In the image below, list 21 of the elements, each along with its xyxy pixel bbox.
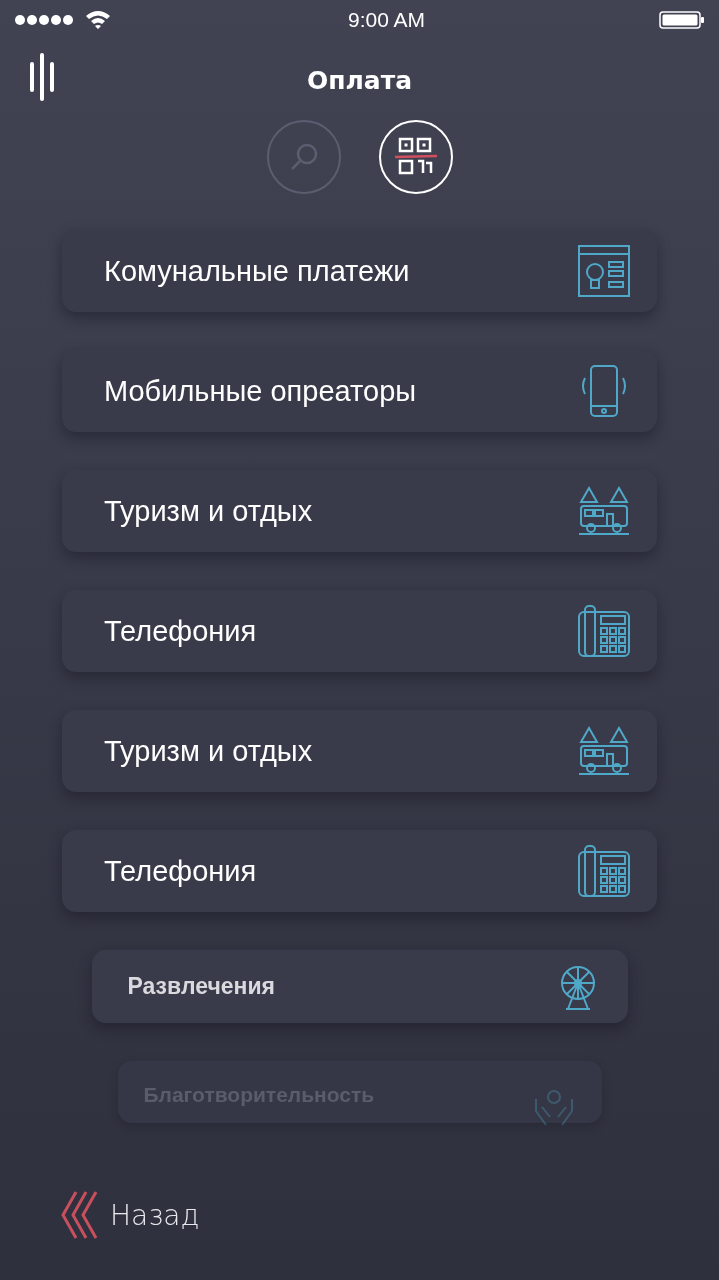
- category-button[interactable]: Комунальные платежи: [62, 230, 657, 312]
- screen-title: Оплата: [306, 65, 413, 95]
- back-button[interactable]: Назад: [60, 1190, 200, 1240]
- category-button[interactable]: Телефония: [62, 590, 657, 672]
- menu-button[interactable]: [28, 52, 56, 102]
- camper-trees-icon: [577, 484, 631, 538]
- desk-phone-icon: [577, 844, 631, 898]
- desk-phone-icon: [577, 604, 631, 658]
- qr-mode-button[interactable]: [378, 120, 453, 194]
- category-button[interactable]: Мобильные опреаторы: [62, 350, 657, 432]
- camper-trees-icon: [577, 724, 631, 778]
- category-button[interactable]: Телефония: [62, 830, 657, 912]
- bulb-window-icon: [577, 244, 631, 298]
- clock-time: 9:00 AM: [347, 8, 426, 32]
- menu-icon: [28, 52, 56, 102]
- category-button[interactable]: Туризм и отдых: [62, 470, 657, 552]
- qr-scan-icon: [393, 137, 438, 177]
- battery-icon: [659, 10, 705, 30]
- category-button[interactable]: Туризм и отдых: [62, 710, 657, 792]
- category-button[interactable]: Развлечения: [91, 950, 628, 1023]
- chevrons-left-icon: [60, 1190, 98, 1240]
